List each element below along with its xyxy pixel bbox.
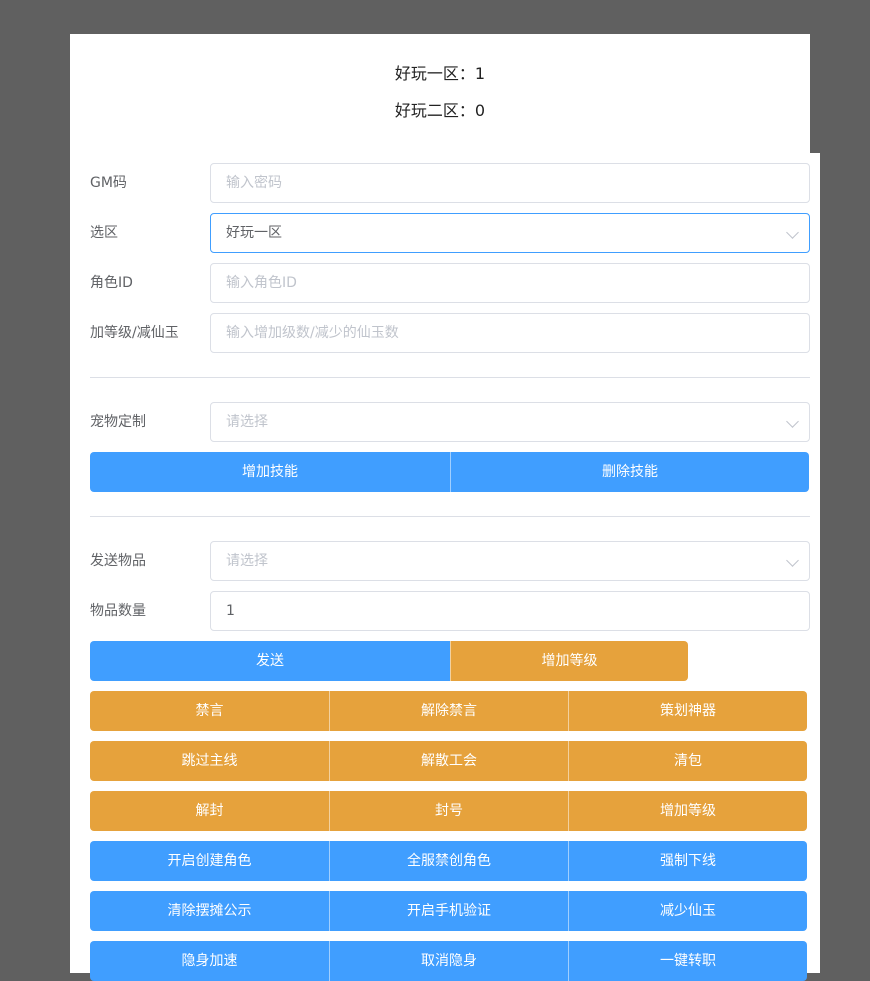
send-button-group: 发送 增加等级 [90, 641, 688, 681]
mute-button[interactable]: 禁言 [90, 691, 329, 731]
pet-label: 宠物定制 [90, 414, 146, 430]
level-jade-input[interactable]: 输入增加级数/减少的仙玉数 [210, 313, 810, 353]
gm-code-row: GM码 输入密码 [90, 163, 810, 203]
cancel-stealth-button[interactable]: 取消隐身 [329, 941, 568, 981]
clear-bag-button[interactable]: 清包 [568, 741, 807, 781]
server-status-2: 好玩二区：0 [394, 101, 486, 120]
unmute-button[interactable]: 解除禁言 [329, 691, 568, 731]
action-button-row: 开启创建角色 全服禁创角色 强制下线 [90, 841, 807, 881]
unban-button[interactable]: 解封 [90, 791, 329, 831]
force-offline-button[interactable]: 强制下线 [568, 841, 807, 881]
remove-skill-button[interactable]: 删除技能 [450, 452, 809, 492]
zone-row: 选区 好玩一区 [90, 213, 810, 253]
gm-code-input[interactable]: 输入密码 [210, 163, 810, 203]
chevron-down-icon [786, 226, 799, 239]
level-jade-label: 加等级/减仙玉 [90, 325, 179, 341]
enable-phone-verify-button[interactable]: 开启手机验证 [329, 891, 568, 931]
item-qty-row: 物品数量 1 [90, 591, 810, 631]
pet-button-group: 增加技能 删除技能 [90, 452, 809, 492]
level-jade-row: 加等级/减仙玉 输入增加级数/减少的仙玉数 [90, 313, 810, 353]
item-label: 发送物品 [90, 553, 146, 569]
disband-guild-button[interactable]: 解散工会 [329, 741, 568, 781]
divider [90, 516, 810, 517]
pet-select[interactable]: 请选择 [210, 402, 810, 442]
reduce-jade-button[interactable]: 减少仙玉 [568, 891, 807, 931]
zone-select[interactable]: 好玩一区 [210, 213, 810, 253]
item-qty-label: 物品数量 [90, 603, 146, 619]
disable-create-role-button[interactable]: 全服禁创角色 [329, 841, 568, 881]
item-row: 发送物品 请选择 [90, 541, 810, 581]
one-click-job-change-button[interactable]: 一键转职 [568, 941, 807, 981]
chevron-down-icon [786, 554, 799, 567]
gm-form-panel: GM码 输入密码 选区 好玩一区 角色ID 输入角色ID 加等级/减仙玉 输入增… [80, 153, 820, 981]
clear-stall-notice-button[interactable]: 清除摆摊公示 [90, 891, 329, 931]
role-id-row: 角色ID 输入角色ID [90, 263, 810, 303]
server-status-card: 好玩一区：1 好玩二区：0 [70, 34, 810, 164]
action-button-row: 禁言 解除禁言 策划神器 [90, 691, 807, 731]
action-button-row: 解封 封号 增加等级 [90, 791, 807, 831]
planner-artifact-button[interactable]: 策划神器 [568, 691, 807, 731]
panel-edge [70, 153, 80, 973]
divider [90, 377, 810, 378]
zone-label: 选区 [90, 225, 118, 241]
chevron-down-icon [786, 415, 799, 428]
add-skill-button[interactable]: 增加技能 [90, 452, 450, 492]
skip-main-quest-button[interactable]: 跳过主线 [90, 741, 329, 781]
action-button-row: 跳过主线 解散工会 清包 [90, 741, 807, 781]
stealth-speed-button[interactable]: 隐身加速 [90, 941, 329, 981]
add-level-button[interactable]: 增加等级 [450, 641, 688, 681]
role-id-label: 角色ID [90, 275, 133, 291]
role-id-input[interactable]: 输入角色ID [210, 263, 810, 303]
action-button-row: 清除摆摊公示 开启手机验证 减少仙玉 [90, 891, 807, 931]
server-status-1: 好玩一区：1 [394, 64, 486, 83]
add-level-button[interactable]: 增加等级 [568, 791, 807, 831]
action-button-row: 隐身加速 取消隐身 一键转职 [90, 941, 807, 981]
pet-row: 宠物定制 请选择 [90, 402, 810, 442]
item-select[interactable]: 请选择 [210, 541, 810, 581]
gm-code-label: GM码 [90, 175, 127, 191]
enable-create-role-button[interactable]: 开启创建角色 [90, 841, 329, 881]
item-qty-input[interactable]: 1 [210, 591, 810, 631]
send-button[interactable]: 发送 [90, 641, 450, 681]
ban-account-button[interactable]: 封号 [329, 791, 568, 831]
